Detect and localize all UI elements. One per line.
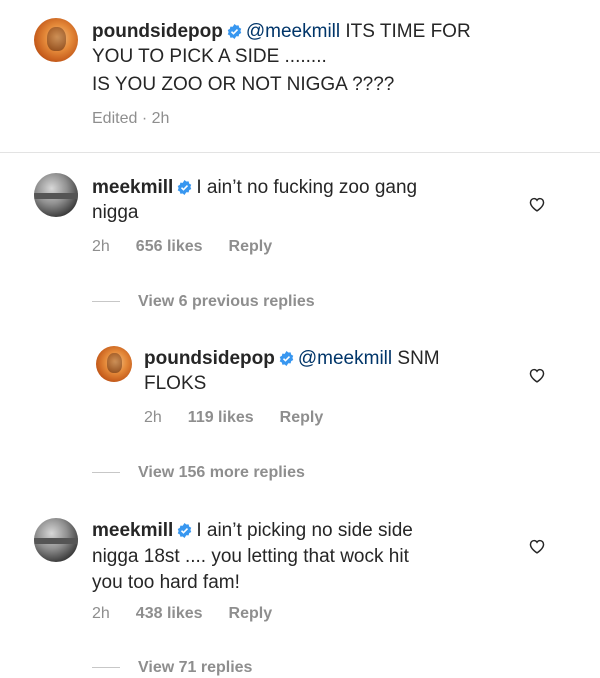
comment-time: 2h: [92, 605, 110, 622]
reply-button[interactable]: Reply: [229, 605, 273, 622]
likes-count[interactable]: 119 likes: [188, 409, 254, 426]
view-replies-label: View 156 more replies: [138, 464, 305, 481]
mention-link[interactable]: @meekmill: [298, 348, 392, 369]
mention-link[interactable]: @meekmill: [246, 21, 340, 42]
edited-label: Edited · 2h: [92, 110, 170, 127]
thread-line: [92, 301, 120, 303]
comment-line-1: meekmill I ain’t no fucking zoo gang: [92, 176, 417, 200]
comment-line-1: meekmill I ain’t picking no side side: [92, 519, 413, 543]
avatar[interactable]: [34, 18, 78, 62]
reply-button[interactable]: Reply: [229, 238, 273, 255]
post-caption: poundsidepop @meekmill ITS TIME FOR YOU T…: [0, 0, 600, 150]
comment-line-3: you too hard fam!: [92, 572, 240, 593]
username[interactable]: meekmill: [92, 177, 173, 198]
verified-badge-icon: [178, 180, 192, 195]
heart-outline-icon[interactable]: [528, 367, 546, 383]
avatar-ribbon: [34, 193, 78, 200]
likes-count[interactable]: 438 likes: [136, 605, 203, 622]
comment-meta: 2h 656 likes Reply: [92, 237, 298, 257]
username[interactable]: poundsidepop: [92, 21, 223, 42]
likes-count[interactable]: 656 likes: [136, 238, 203, 255]
comment-text: I ain’t no fucking zoo gang: [196, 177, 418, 198]
verified-badge-icon: [279, 351, 294, 366]
comment-line-2: nigga 18st .... you letting that wock hi…: [92, 546, 409, 567]
thread-line: [92, 667, 120, 669]
comment-meta: 2h 119 likes Reply: [144, 408, 349, 428]
comment-time: 2h: [144, 409, 162, 426]
comment-time: 2h: [92, 238, 110, 255]
verified-badge-icon: [227, 24, 242, 39]
heart-outline-icon[interactable]: [528, 196, 546, 212]
reply-button[interactable]: Reply: [280, 409, 324, 426]
username[interactable]: meekmill: [92, 520, 173, 541]
comment-text: SNM: [397, 348, 440, 369]
reply-line-2: FLOKS: [144, 373, 207, 394]
reply-line-1: poundsidepop @meekmill SNM: [144, 347, 440, 371]
caption-text: ITS TIME FOR: [345, 21, 471, 42]
comment-meta: 2h 438 likes Reply: [92, 604, 298, 624]
caption-line-1: poundsidepop @meekmill ITS TIME FOR: [92, 20, 471, 44]
avatar[interactable]: [96, 346, 132, 382]
view-replies-button[interactable]: View 6 previous replies: [92, 292, 315, 312]
username[interactable]: poundsidepop: [144, 348, 275, 369]
thread-line: [92, 472, 120, 474]
verified-badge-icon: [178, 523, 192, 538]
view-replies-label: View 6 previous replies: [138, 293, 315, 310]
comment-line-2: nigga: [92, 202, 139, 223]
divider: [0, 152, 600, 153]
comment-text: I ain’t picking no side side: [196, 520, 413, 541]
avatar[interactable]: [34, 173, 78, 217]
heart-outline-icon[interactable]: [528, 538, 546, 554]
view-replies-button[interactable]: View 156 more replies: [92, 463, 305, 483]
avatar[interactable]: [34, 518, 78, 562]
view-replies-label: View 71 replies: [138, 659, 253, 676]
caption-line-2: YOU TO PICK A SIDE ........: [92, 46, 327, 67]
avatar-ribbon: [34, 538, 78, 545]
view-replies-button[interactable]: View 71 replies: [92, 658, 252, 678]
caption-line-3: IS YOU ZOO OR NOT NIGGA ????: [92, 74, 395, 95]
